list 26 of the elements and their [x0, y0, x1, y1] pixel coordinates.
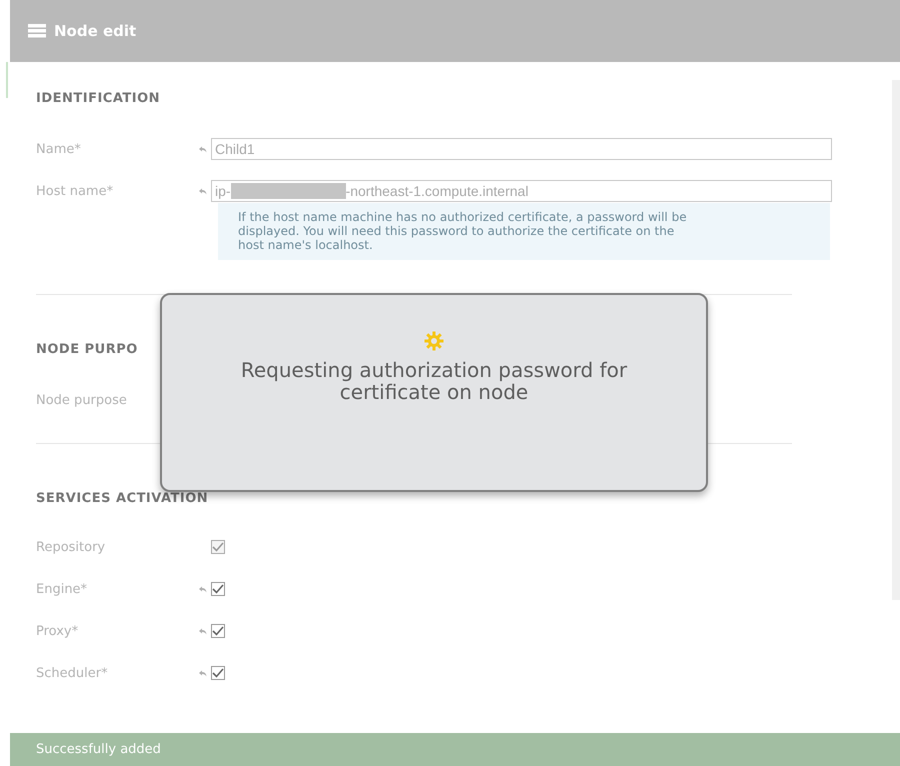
undo-icon[interactable] — [198, 586, 207, 592]
dialog-message: Requesting authorization password for certificate on node — [240, 359, 628, 403]
field-label: Name* — [36, 142, 82, 156]
panel-title: Node edit — [54, 22, 136, 40]
info-box: If the host name machine has no authorized certificate, a password will be displayed. You will need this password to authorize the certificate on the host name's localhost. — [218, 203, 830, 260]
section-heading: IDENTIFICATION — [36, 90, 162, 108]
section-heading: SERVICES ACTIVATION — [36, 490, 210, 508]
undo-icon[interactable] — [198, 670, 207, 676]
text-field[interactable]: Child1 — [211, 138, 832, 160]
section-heading: NODE PURPO — [36, 341, 139, 359]
field-label: Scheduler* — [36, 666, 109, 680]
text-field[interactable]: ip- -northeast-1.compute.internal — [211, 180, 832, 202]
field-label: Repository — [36, 540, 106, 554]
field-label: Node purpose — [36, 392, 128, 408]
success-toast: Successfully added — [10, 733, 900, 766]
field-label: Proxy* — [36, 624, 80, 638]
checkbox[interactable] — [211, 666, 225, 680]
gear-icon — [424, 331, 444, 351]
field-label: Host name* — [36, 184, 114, 198]
field-label: Engine* — [36, 582, 88, 596]
undo-icon[interactable] — [198, 188, 207, 194]
undo-icon[interactable] — [198, 628, 207, 634]
checkbox[interactable] — [211, 582, 225, 596]
checkbox[interactable] — [211, 624, 225, 638]
undo-icon[interactable] — [198, 146, 207, 152]
server-icon — [28, 24, 46, 38]
